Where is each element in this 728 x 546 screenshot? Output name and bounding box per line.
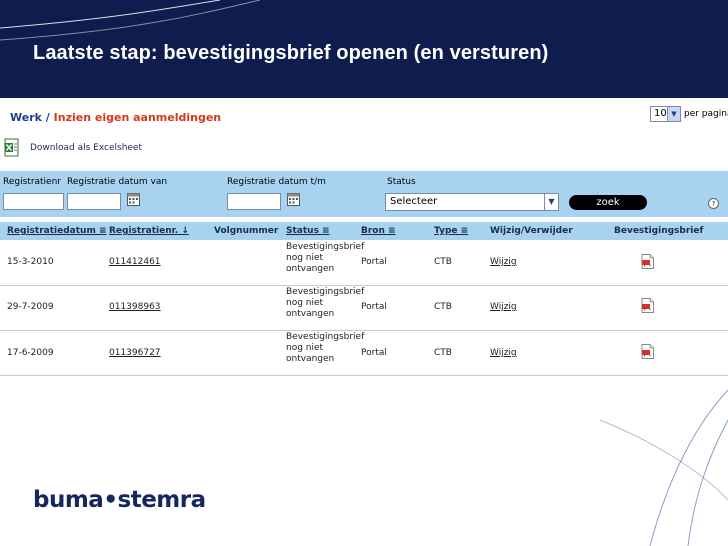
cell-bron: Portal <box>361 302 387 312</box>
cell-status: Bevestigingsbrief nog niet ontvangen <box>286 332 364 365</box>
col-wijzig-verwijder: Wijzig/Verwijder <box>490 226 573 236</box>
calendar-icon[interactable] <box>127 193 140 206</box>
chevron-down-icon: ▼ <box>544 194 558 210</box>
status-line: nog niet <box>286 298 324 308</box>
col-registratienr[interactable]: Registratienr. ↓ <box>109 226 189 236</box>
cell-datum: 15-3-2010 <box>7 257 54 267</box>
per-page-select[interactable]: 10 ▼ <box>650 106 681 122</box>
buma-stemra-logo: buma•stemra <box>33 487 206 513</box>
chevron-down-icon: ▼ <box>667 107 680 121</box>
cell-type: CTB <box>434 302 452 312</box>
col-type[interactable]: Type ≡ <box>434 226 468 236</box>
slide-title: Laatste stap: bevestigingsbrief openen (… <box>33 42 549 64</box>
cell-type: CTB <box>434 348 452 358</box>
filter-bar: Registratienr Registratie datum van Regi… <box>0 171 728 217</box>
col-bevestigingsbrief: Bevestigingsbrief <box>614 226 704 236</box>
table-row: 17-6-2009 011396727 Bevestigingsbrief no… <box>0 331 728 376</box>
status-line: ontvangen <box>286 354 335 364</box>
excel-download-label: Download als Excelsheet <box>30 143 142 153</box>
status-line: Bevestigingsbrief <box>286 287 365 297</box>
breadcrumb: Werk / Inzien eigen aanmeldingen <box>10 111 221 124</box>
col-registratiedatum[interactable]: Registratiedatum ≡ <box>7 226 107 236</box>
cell-bron: Portal <box>361 348 387 358</box>
cell-registratienr-link[interactable]: 011398963 <box>109 302 161 312</box>
table-row: 15-3-2010 011412461 Bevestigingsbrief no… <box>0 241 728 286</box>
cell-datum: 17-6-2009 <box>7 348 54 358</box>
status-line: nog niet <box>286 343 324 353</box>
status-line: Bevestigingsbrief <box>286 332 365 342</box>
status-line: nog niet <box>286 253 324 263</box>
status-line: ontvangen <box>286 309 335 319</box>
breadcrumb-separator: / <box>45 111 50 124</box>
help-icon[interactable]: ? <box>708 198 719 209</box>
col-status[interactable]: Status ≡ <box>286 226 330 236</box>
pdf-icon[interactable] <box>641 298 654 313</box>
status-line: ontvangen <box>286 264 335 274</box>
slide-header: Laatste stap: bevestigingsbrief openen (… <box>0 0 728 98</box>
registratienr-label: Registratienr <box>3 177 62 187</box>
status-select[interactable]: Selecteer ▼ <box>385 193 559 211</box>
status-line: Bevestigingsbrief <box>286 242 365 252</box>
excel-download[interactable]: Download als Excelsheet <box>4 138 142 158</box>
pdf-icon[interactable] <box>641 254 654 269</box>
zoek-button[interactable]: zoek <box>569 195 647 210</box>
table-row: 29-7-2009 011398963 Bevestigingsbrief no… <box>0 286 728 331</box>
datum-van-input[interactable] <box>67 193 121 210</box>
pdf-icon[interactable] <box>641 344 654 359</box>
table-header: Registratiedatum ≡ Registratienr. ↓ Volg… <box>0 222 728 240</box>
status-label: Status <box>387 177 416 187</box>
registratienr-input[interactable] <box>3 193 64 210</box>
cell-type: CTB <box>434 257 452 267</box>
pager: 10 ▼ per pagina <box>650 106 728 122</box>
breadcrumb-current: Inzien eigen aanmeldingen <box>53 111 222 124</box>
col-volgnummer: Volgnummer <box>214 226 279 236</box>
app-panel: Werk / Inzien eigen aanmeldingen 10 ▼ pe… <box>0 98 728 378</box>
col-bron[interactable]: Bron ≡ <box>361 226 396 236</box>
datum-tm-input[interactable] <box>227 193 281 210</box>
cell-status: Bevestigingsbrief nog niet ontvangen <box>286 242 364 275</box>
status-select-value: Selecteer <box>390 196 438 207</box>
cell-bron: Portal <box>361 257 387 267</box>
wijzig-link[interactable]: Wijzig <box>490 257 517 267</box>
datum-tm-label: Registratie datum t/m <box>227 177 326 187</box>
wijzig-link[interactable]: Wijzig <box>490 302 517 312</box>
cell-datum: 29-7-2009 <box>7 302 54 312</box>
cell-registratienr-link[interactable]: 011396727 <box>109 348 161 358</box>
per-page-value: 10 <box>654 108 667 119</box>
cell-status: Bevestigingsbrief nog niet ontvangen <box>286 287 364 320</box>
wijzig-link[interactable]: Wijzig <box>490 348 517 358</box>
per-page-label: per pagina <box>684 109 728 119</box>
calendar-icon[interactable] <box>287 193 300 206</box>
excel-icon <box>4 138 19 157</box>
datum-van-label: Registratie datum van <box>67 177 168 187</box>
breadcrumb-root[interactable]: Werk <box>10 111 42 124</box>
cell-registratienr-link[interactable]: 011412461 <box>109 257 161 267</box>
